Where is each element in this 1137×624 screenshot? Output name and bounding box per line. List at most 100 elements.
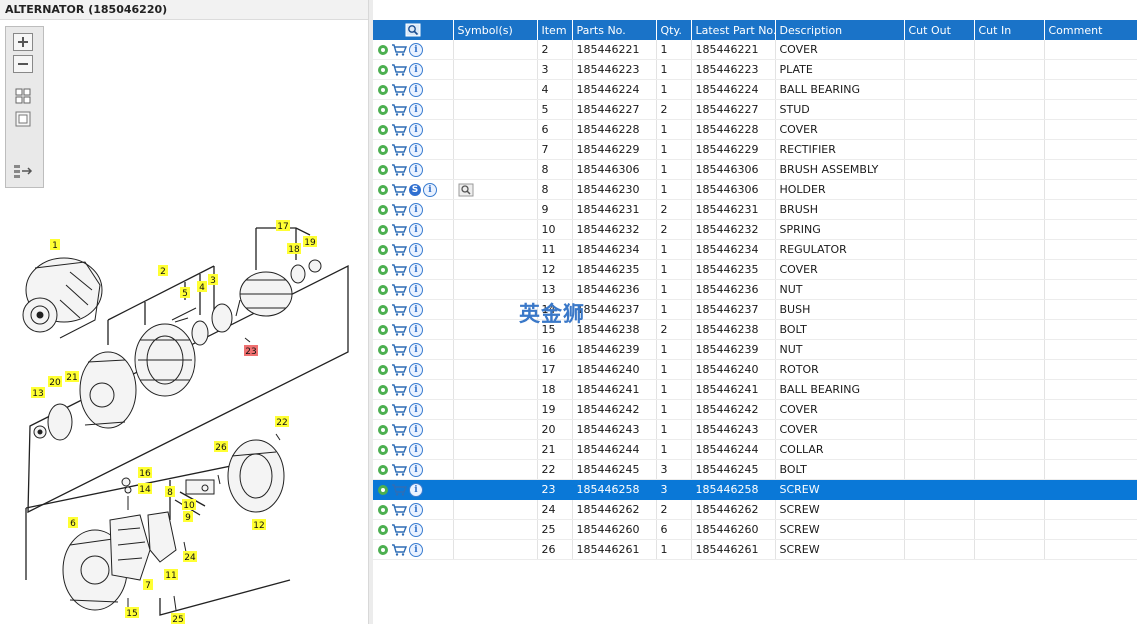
- callout-2[interactable]: 2: [158, 265, 168, 277]
- options-button[interactable]: [377, 283, 391, 296]
- callout-8[interactable]: 8: [165, 486, 175, 498]
- table-row[interactable]: i 18 185446241 1 185446241 BALL BEARING: [373, 379, 1137, 400]
- callout-4[interactable]: 4: [197, 281, 207, 293]
- column-header-cut-out[interactable]: Cut Out: [904, 20, 975, 40]
- column-header-item[interactable]: Item: [537, 20, 573, 40]
- zoom-in-button[interactable]: [13, 33, 33, 51]
- add-to-cart-button[interactable]: [391, 103, 409, 116]
- table-row[interactable]: i 22 185446245 3 185446245 BOLT: [373, 459, 1137, 480]
- add-to-cart-button[interactable]: [391, 503, 409, 516]
- info-icon[interactable]: i: [409, 142, 423, 157]
- info-icon[interactable]: i: [409, 162, 423, 177]
- table-row[interactable]: i 5 185446227 2 185446227 STUD: [373, 99, 1137, 120]
- info-icon[interactable]: i: [409, 302, 423, 317]
- table-row[interactable]: i 11 185446234 1 185446234 REGULATOR: [373, 239, 1137, 260]
- options-button[interactable]: [377, 143, 391, 156]
- add-to-cart-button[interactable]: [391, 543, 409, 556]
- info-icon[interactable]: i: [409, 122, 423, 137]
- options-button[interactable]: [377, 263, 391, 276]
- callout-15[interactable]: 15: [125, 607, 139, 619]
- add-to-cart-button[interactable]: [391, 323, 409, 336]
- callout-17[interactable]: 17: [276, 220, 290, 232]
- add-to-cart-button[interactable]: [391, 403, 409, 416]
- info-icon[interactable]: i: [409, 402, 423, 417]
- options-button[interactable]: [377, 363, 391, 376]
- options-button[interactable]: [377, 303, 391, 316]
- info-icon[interactable]: i: [409, 202, 423, 217]
- options-button[interactable]: [377, 183, 391, 196]
- callout-9[interactable]: 9: [183, 511, 193, 523]
- column-header-qty[interactable]: Qty.: [656, 20, 692, 40]
- column-header-symbols[interactable]: Symbol(s): [453, 20, 538, 40]
- options-button[interactable]: [377, 443, 391, 456]
- options-button[interactable]: [377, 383, 391, 396]
- options-button[interactable]: [377, 483, 391, 496]
- table-row[interactable]: i 19 185446242 1 185446242 COVER: [373, 399, 1137, 420]
- info-icon[interactable]: i: [409, 542, 423, 557]
- callout-6[interactable]: 6: [68, 517, 78, 529]
- info-icon[interactable]: i: [409, 522, 423, 537]
- callout-3[interactable]: 3: [208, 274, 218, 286]
- add-to-cart-button[interactable]: [391, 83, 409, 96]
- add-to-cart-button[interactable]: [391, 483, 409, 496]
- options-button[interactable]: [377, 123, 391, 136]
- callout-20[interactable]: 20: [48, 376, 62, 388]
- callout-14[interactable]: 14: [138, 483, 152, 495]
- table-row[interactable]: i 8 185446306 1 185446306 BRUSH ASSEMBLY: [373, 159, 1137, 180]
- callout-19[interactable]: 19: [303, 236, 317, 248]
- options-button[interactable]: [377, 423, 391, 436]
- column-header-description[interactable]: Description: [775, 20, 905, 40]
- options-button[interactable]: [377, 243, 391, 256]
- column-header-actions[interactable]: [373, 20, 454, 40]
- add-to-cart-button[interactable]: [391, 343, 409, 356]
- table-row[interactable]: i 4 185446224 1 185446224 BALL BEARING: [373, 79, 1137, 100]
- info-icon[interactable]: i: [409, 262, 423, 277]
- options-button[interactable]: [377, 83, 391, 96]
- toggle-panel-button[interactable]: [13, 163, 33, 181]
- table-row[interactable]: i 9 185446231 2 185446231 BRUSH: [373, 199, 1137, 220]
- info-icon[interactable]: i: [409, 342, 423, 357]
- add-to-cart-button[interactable]: [391, 243, 409, 256]
- callout-10[interactable]: 10: [182, 499, 196, 511]
- info-icon[interactable]: i: [409, 242, 423, 257]
- table-row[interactable]: i 14 185446237 1 185446237 BUSH: [373, 299, 1137, 320]
- table-row[interactable]: i 10 185446232 2 185446232 SPRING: [373, 219, 1137, 240]
- column-header-latest-part-no[interactable]: Latest Part No.: [691, 20, 776, 40]
- callout-13[interactable]: 13: [31, 387, 45, 399]
- info-icon[interactable]: i: [409, 222, 423, 237]
- add-to-cart-button[interactable]: [391, 203, 409, 216]
- table-row[interactable]: i 7 185446229 1 185446229 RECTIFIER: [373, 139, 1137, 160]
- options-button[interactable]: [377, 203, 391, 216]
- options-button[interactable]: [377, 103, 391, 116]
- callout-26[interactable]: 26: [214, 441, 228, 453]
- options-button[interactable]: [377, 463, 391, 476]
- options-button[interactable]: [377, 403, 391, 416]
- callout-24[interactable]: 24: [183, 551, 197, 563]
- table-row[interactable]: i 15 185446238 2 185446238 BOLT: [373, 319, 1137, 340]
- symbol-zoom-button[interactable]: [458, 183, 474, 196]
- options-button[interactable]: [377, 63, 391, 76]
- table-row[interactable]: i 17 185446240 1 185446240 ROTOR: [373, 359, 1137, 380]
- table-row[interactable]: i 13 185446236 1 185446236 NUT: [373, 279, 1137, 300]
- add-to-cart-button[interactable]: [391, 383, 409, 396]
- info-icon[interactable]: i: [409, 102, 423, 117]
- actual-size-button[interactable]: [13, 111, 33, 129]
- supersession-badge[interactable]: S: [409, 183, 421, 196]
- table-row[interactable]: i 20 185446243 1 185446243 COVER: [373, 419, 1137, 440]
- table-row[interactable]: Si 8 185446230 1 185446306 HOLDER: [373, 179, 1137, 200]
- add-to-cart-button[interactable]: [391, 223, 409, 236]
- callout-7[interactable]: 7: [143, 579, 153, 591]
- column-header-comment[interactable]: Comment: [1044, 20, 1137, 40]
- info-icon[interactable]: i: [409, 82, 423, 97]
- info-icon[interactable]: i: [409, 382, 423, 397]
- add-to-cart-button[interactable]: [391, 303, 409, 316]
- add-to-cart-button[interactable]: [391, 163, 409, 176]
- add-to-cart-button[interactable]: [391, 523, 409, 536]
- callout-12[interactable]: 12: [252, 519, 266, 531]
- table-row[interactable]: i 16 185446239 1 185446239 NUT: [373, 339, 1137, 360]
- table-row[interactable]: i 25 185446260 6 185446260 SCREW: [373, 519, 1137, 540]
- add-to-cart-button[interactable]: [391, 183, 409, 196]
- info-icon[interactable]: i: [409, 322, 423, 337]
- info-icon[interactable]: i: [409, 282, 423, 297]
- add-to-cart-button[interactable]: [391, 443, 409, 456]
